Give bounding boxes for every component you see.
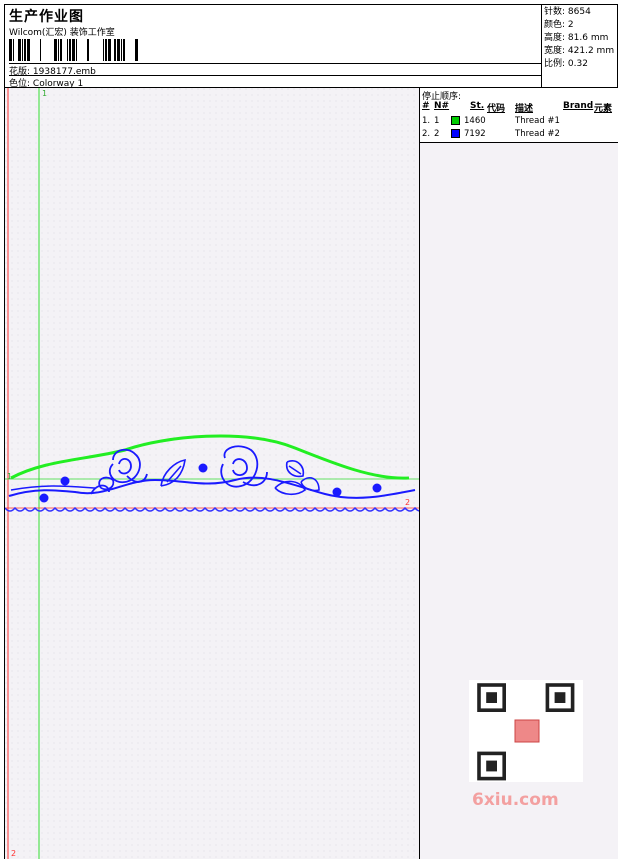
width-stat: 宽度: 421.2 mm — [544, 46, 615, 56]
stop-sequence-table: 停止顺序: # N# St. 代码 描述 Brand 元素 1. 1 1460 … — [420, 88, 618, 143]
design-canvas: 1 1 2 2 — [5, 88, 419, 859]
col-element: 元素 — [594, 104, 613, 114]
barcode-image — [9, 39, 138, 61]
color-swatch — [451, 129, 460, 138]
marker-right: 2 — [405, 498, 410, 507]
table-row: 1. 1 1460 Thread #1 — [422, 116, 560, 126]
divider — [9, 75, 541, 76]
header: 生产作业图 Wilcom(汇宏) 装饰工作室 花版: 1938177.emb 色… — [4, 4, 618, 89]
color-swatch — [451, 116, 460, 125]
height-stat: 高度: 81.6 mm — [544, 33, 609, 43]
dot — [332, 487, 342, 497]
scale-stat: 比例: 0.32 — [544, 59, 588, 69]
col-description: 描述 — [515, 104, 534, 114]
dot — [60, 476, 70, 486]
stitches-stat: 针数: 8654 — [544, 7, 591, 17]
marker-top: 1 — [42, 89, 47, 98]
table-row: 2. 2 7192 Thread #2 — [422, 129, 560, 139]
watermark-text: 6xiu.com — [472, 790, 559, 810]
dot — [198, 463, 208, 473]
qr-code-image — [469, 680, 583, 782]
colors-stat: 颜色: 2 — [544, 20, 574, 30]
dot — [39, 493, 49, 503]
embroidery-preview: 1 1 2 2 — [5, 88, 419, 859]
design-stats: 针数: 8654 颜色: 2 高度: 81.6 mm 宽度: 421.2 mm … — [541, 5, 617, 89]
dot — [372, 483, 382, 493]
page-title: 生产作业图 — [9, 9, 84, 25]
col-needle: N# — [434, 101, 450, 111]
col-index: # — [422, 101, 430, 111]
marker-bottom: 2 — [11, 849, 16, 858]
col-brand: Brand — [563, 101, 594, 111]
studio-name: Wilcom(汇宏) 装饰工作室 — [9, 28, 115, 38]
col-code: 代码 — [487, 104, 506, 114]
col-stitches: St. — [470, 101, 485, 111]
